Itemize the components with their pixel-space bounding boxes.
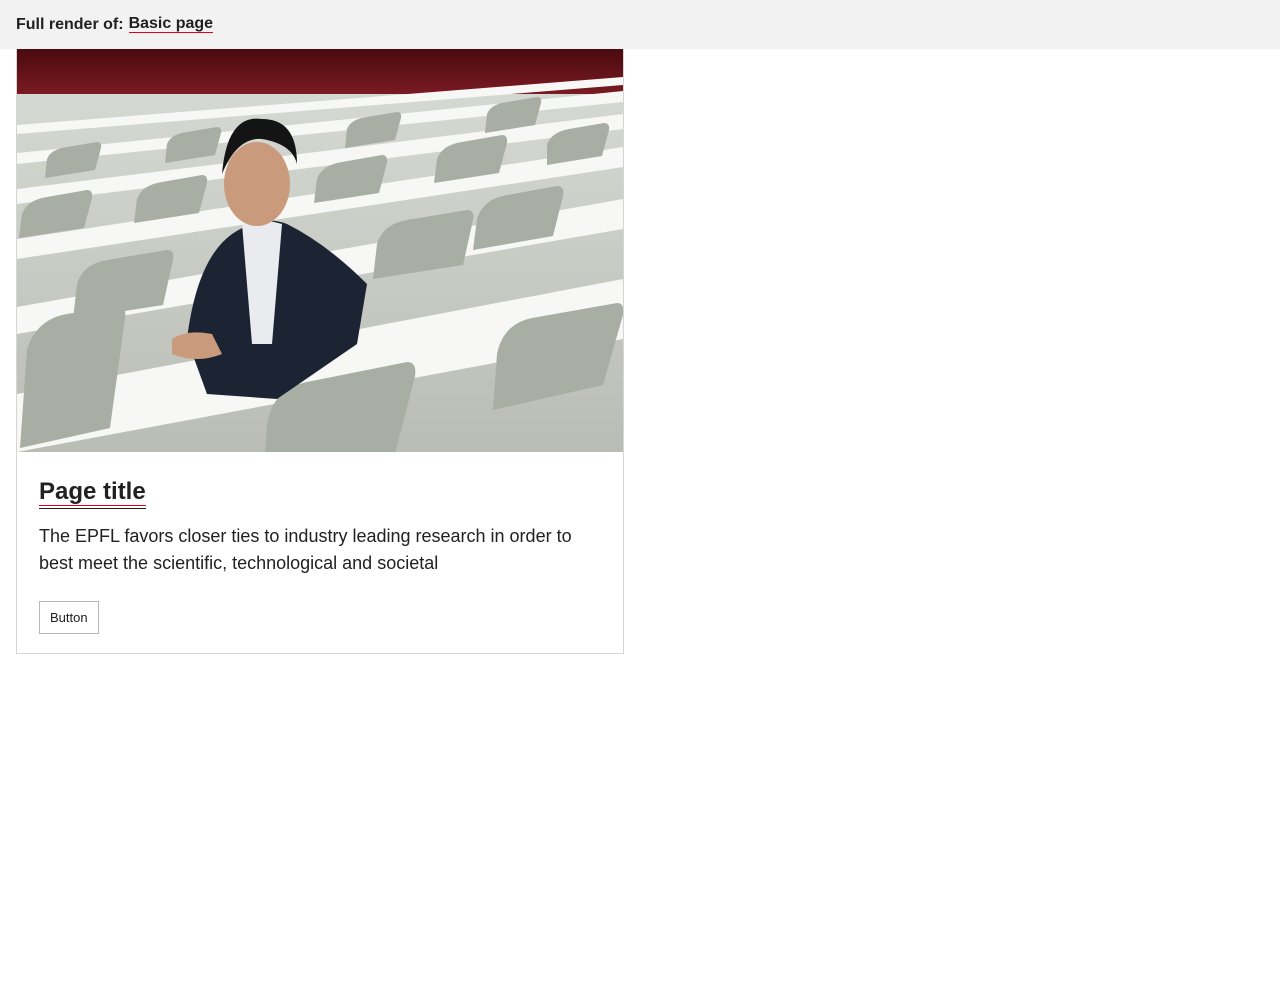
card: Page title The EPFL favors closer ties t…: [16, 49, 624, 654]
render-prefix: Full render of:: [16, 15, 124, 33]
basic-page-link[interactable]: Basic page: [128, 14, 214, 35]
card-description: The EPFL favors closer ties to industry …: [39, 526, 572, 573]
lecture-hall-photo: [17, 49, 623, 452]
card-button[interactable]: Button: [39, 601, 99, 634]
page-title-link[interactable]: Page title: [39, 476, 146, 509]
top-bar: Full render of: Basic page: [0, 0, 1280, 49]
card-image[interactable]: [17, 49, 623, 452]
card-body: Page title The EPFL favors closer ties t…: [17, 452, 623, 656]
